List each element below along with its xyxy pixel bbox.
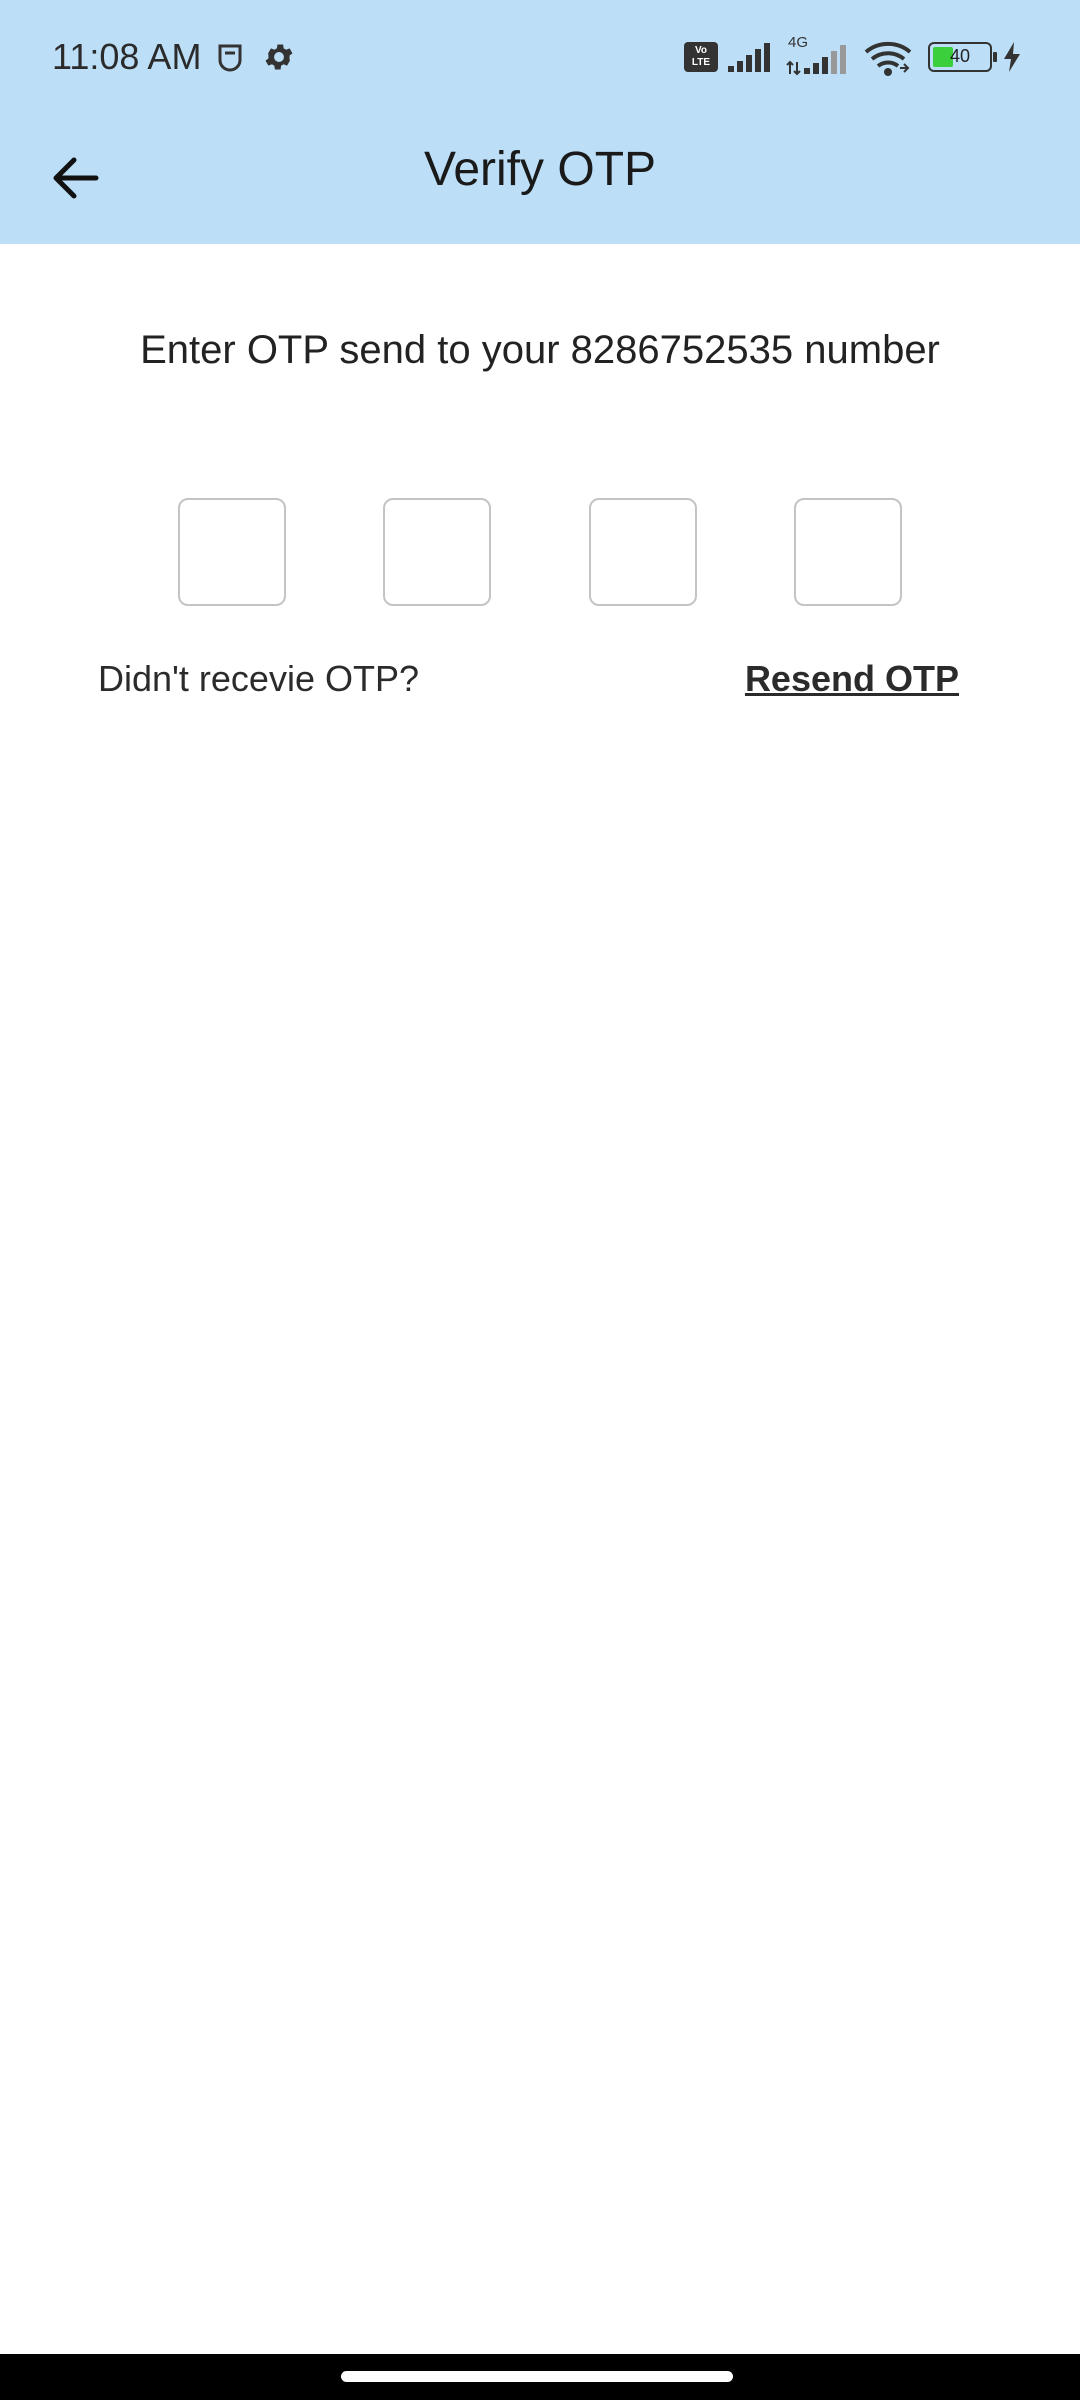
app-bar: Verify OTP	[0, 118, 1080, 244]
4g-signal-icon: 4G	[786, 34, 852, 76]
volte-icon: Vo LTE	[684, 42, 718, 72]
volte-label-top: Vo	[694, 45, 708, 56]
battery-tip	[993, 52, 997, 62]
wifi-icon	[864, 41, 912, 76]
header: 11:08 AM Vo LTE 4G 40 Verify OTP	[0, 0, 1080, 244]
resend-otp-link[interactable]: Resend OTP	[745, 658, 959, 700]
gesture-nav-bar	[0, 2354, 1080, 2400]
battery-level: 40	[949, 46, 971, 66]
signal-icon	[728, 43, 770, 72]
pocket-icon	[218, 44, 242, 72]
status-bar: 11:08 AM Vo LTE 4G 40	[0, 0, 1080, 118]
charging-icon	[1004, 42, 1020, 72]
home-indicator[interactable]	[341, 2371, 733, 2382]
battery-icon: 40	[928, 42, 997, 72]
status-time: 11:08 AM	[52, 36, 202, 77]
app-root: 11:08 AM Vo LTE 4G 40 Verify OTP Enter O…	[0, 0, 1080, 2400]
otp-digit-2[interactable]	[383, 498, 491, 606]
otp-digit-4[interactable]	[794, 498, 902, 606]
otp-digit-1[interactable]	[178, 498, 286, 606]
resend-row: Didn't recevie OTP? Resend OTP	[0, 658, 1080, 708]
otp-not-received-text: Didn't recevie OTP?	[98, 658, 419, 699]
gear-icon	[265, 44, 293, 70]
volte-label-bottom: LTE	[691, 57, 711, 68]
otp-instruction: Enter OTP send to your 8286752535 number	[140, 328, 940, 372]
page-title: Verify OTP	[423, 143, 657, 196]
otp-digit-3[interactable]	[589, 498, 697, 606]
otp-input-row	[0, 498, 1080, 606]
